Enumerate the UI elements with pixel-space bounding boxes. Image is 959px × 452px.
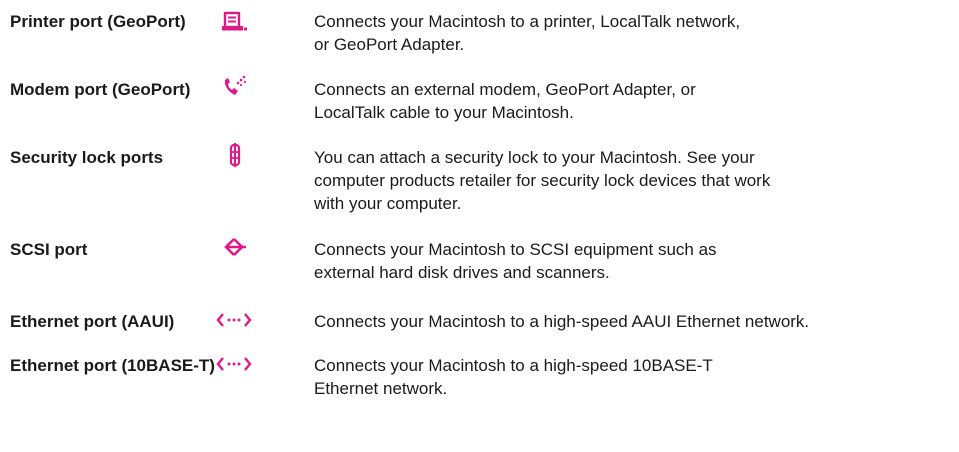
port-description: Connects your Macintosh to a high-speed … — [314, 356, 713, 398]
scsi-icon — [224, 238, 246, 256]
port-description: Connects an external modem, GeoPort Adap… — [314, 80, 696, 122]
telephone-handset-icon — [224, 75, 247, 95]
port-label: SCSI port — [10, 240, 88, 259]
port-label: Printer port (GeoPort) — [10, 12, 186, 31]
port-label: Modem port (GeoPort) — [10, 80, 191, 99]
ethernet-icon — [216, 357, 252, 371]
port-descriptions-page: Printer port (GeoPort) Connects your Mac… — [0, 0, 959, 452]
security-lock-icon — [229, 143, 241, 167]
ethernet-icon — [216, 313, 252, 327]
port-description: Connects your Macintosh to SCSI equipmen… — [314, 240, 717, 282]
port-label: Security lock ports — [10, 148, 164, 167]
port-description: Connects your Macintosh to a printer, Lo… — [314, 12, 741, 54]
port-label: Ethernet port (AAUI) — [10, 312, 175, 331]
port-description: You can attach a security lock to your M… — [314, 148, 771, 213]
port-label: Ethernet port (10BASE-T) — [10, 356, 215, 375]
printer-icon — [222, 11, 247, 31]
port-description: Connects your Macintosh to a high-speed … — [314, 312, 810, 331]
